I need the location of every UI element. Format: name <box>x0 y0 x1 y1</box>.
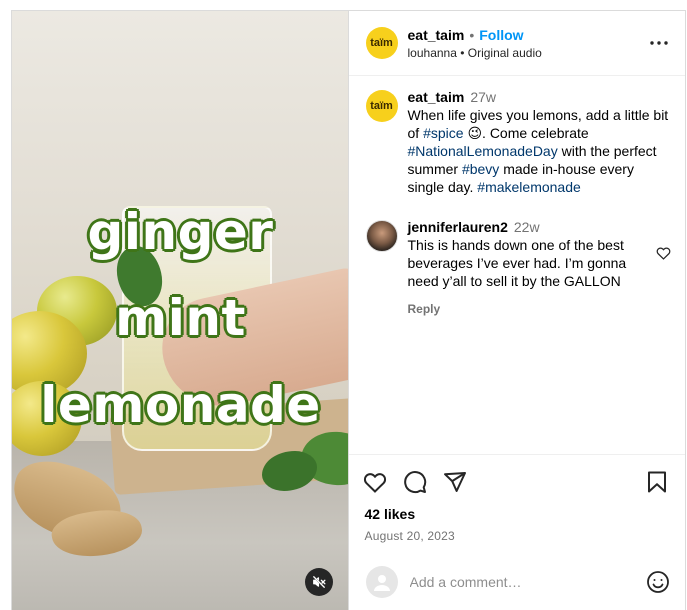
comment-item: jenniferlauren2 22w This is hands down on… <box>365 218 672 318</box>
hashtag-national-lemonade-day[interactable]: #NationalLemonadeDay <box>408 143 558 159</box>
caption-author-avatar[interactable]: taïm <box>365 90 398 122</box>
hashtag-makelemonade[interactable]: #makelemonade <box>477 179 581 195</box>
share-icon <box>443 472 466 492</box>
action-buttons-row <box>363 467 672 497</box>
post-header-info: eat_taim • Follow louhanna • Original au… <box>408 27 648 60</box>
share-button[interactable] <box>443 467 483 497</box>
post-actions: 42 likes August 20, 2023 <box>348 454 686 610</box>
audio-attribution[interactable]: louhanna • Original audio <box>408 46 648 60</box>
commenter-avatar[interactable] <box>365 220 398 252</box>
post-date[interactable]: August 20, 2023 <box>363 529 672 543</box>
post-header: taïm eat_taim • Follow louhanna • Origin… <box>348 11 685 76</box>
mute-toggle-button[interactable] <box>305 568 333 596</box>
emoji-picker-button[interactable] <box>645 569 671 595</box>
caption-timestamp[interactable]: 27w <box>470 89 496 105</box>
post-dialog: ginger mint lemonade taïm eat_taim • Fol… <box>11 10 686 610</box>
comment-body: jenniferlauren2 22w This is hands down on… <box>408 218 648 318</box>
post-caption: taïm eat_taim 27w When life gives you lem… <box>365 88 672 196</box>
add-comment-input[interactable] <box>409 574 645 590</box>
comment-text: This is hands down one of the best bever… <box>407 237 627 289</box>
caption-text: When life gives you lemons, add a little… <box>408 106 672 196</box>
caption-username[interactable]: eat_taim <box>408 89 465 105</box>
brand-logo-text: taïm <box>370 37 393 49</box>
likes-count[interactable]: 42 likes <box>363 506 672 522</box>
muted-speaker-icon <box>312 575 326 589</box>
header-title-row: eat_taim • Follow <box>408 27 648 43</box>
heart-icon <box>363 473 386 493</box>
hashtag-bevy[interactable]: #bevy <box>462 161 499 177</box>
author-avatar[interactable]: taïm <box>365 27 398 59</box>
add-comment-bar <box>349 554 686 610</box>
overlay-line-ginger: ginger <box>87 203 274 261</box>
like-comment-button[interactable] <box>655 246 671 260</box>
follow-button[interactable]: Follow <box>479 27 523 43</box>
smiley-icon <box>647 571 669 593</box>
post-video[interactable]: ginger mint lemonade <box>12 11 349 610</box>
default-user-icon <box>373 575 390 591</box>
comment-username[interactable]: jenniferlauren2 <box>408 219 508 235</box>
caption-text-part: . Come celebrate <box>482 125 589 141</box>
overlay-line-mint: mint <box>115 289 246 347</box>
heart-icon <box>656 247 670 260</box>
like-button[interactable] <box>363 467 403 497</box>
more-options-button[interactable] <box>647 31 671 55</box>
post-side-panel: taïm eat_taim • Follow louhanna • Origin… <box>348 11 686 610</box>
save-button[interactable] <box>647 467 671 497</box>
current-user-avatar <box>365 566 398 598</box>
comment-icon <box>403 471 426 494</box>
hashtag-spice[interactable]: #spice <box>423 125 463 141</box>
more-horizontal-icon <box>650 41 668 45</box>
bookmark-icon <box>648 471 666 493</box>
comment-meta: jenniferlauren2 22w <box>408 218 648 236</box>
reply-button[interactable]: Reply <box>408 300 648 318</box>
caption-body: eat_taim 27w When life gives you lemons, … <box>408 88 672 196</box>
comments-section: taïm eat_taim 27w When life gives you lem… <box>349 76 686 454</box>
overlay-line-lemonade: lemonade <box>40 376 321 434</box>
wink-emoji: 😉 <box>467 125 483 141</box>
author-username[interactable]: eat_taim <box>408 27 465 43</box>
comment-button[interactable] <box>403 467 443 497</box>
brand-logo-text: taïm <box>370 100 393 112</box>
caption-meta: eat_taim 27w <box>408 88 672 106</box>
comment-timestamp[interactable]: 22w <box>514 219 540 235</box>
separator-dot: • <box>469 26 475 43</box>
